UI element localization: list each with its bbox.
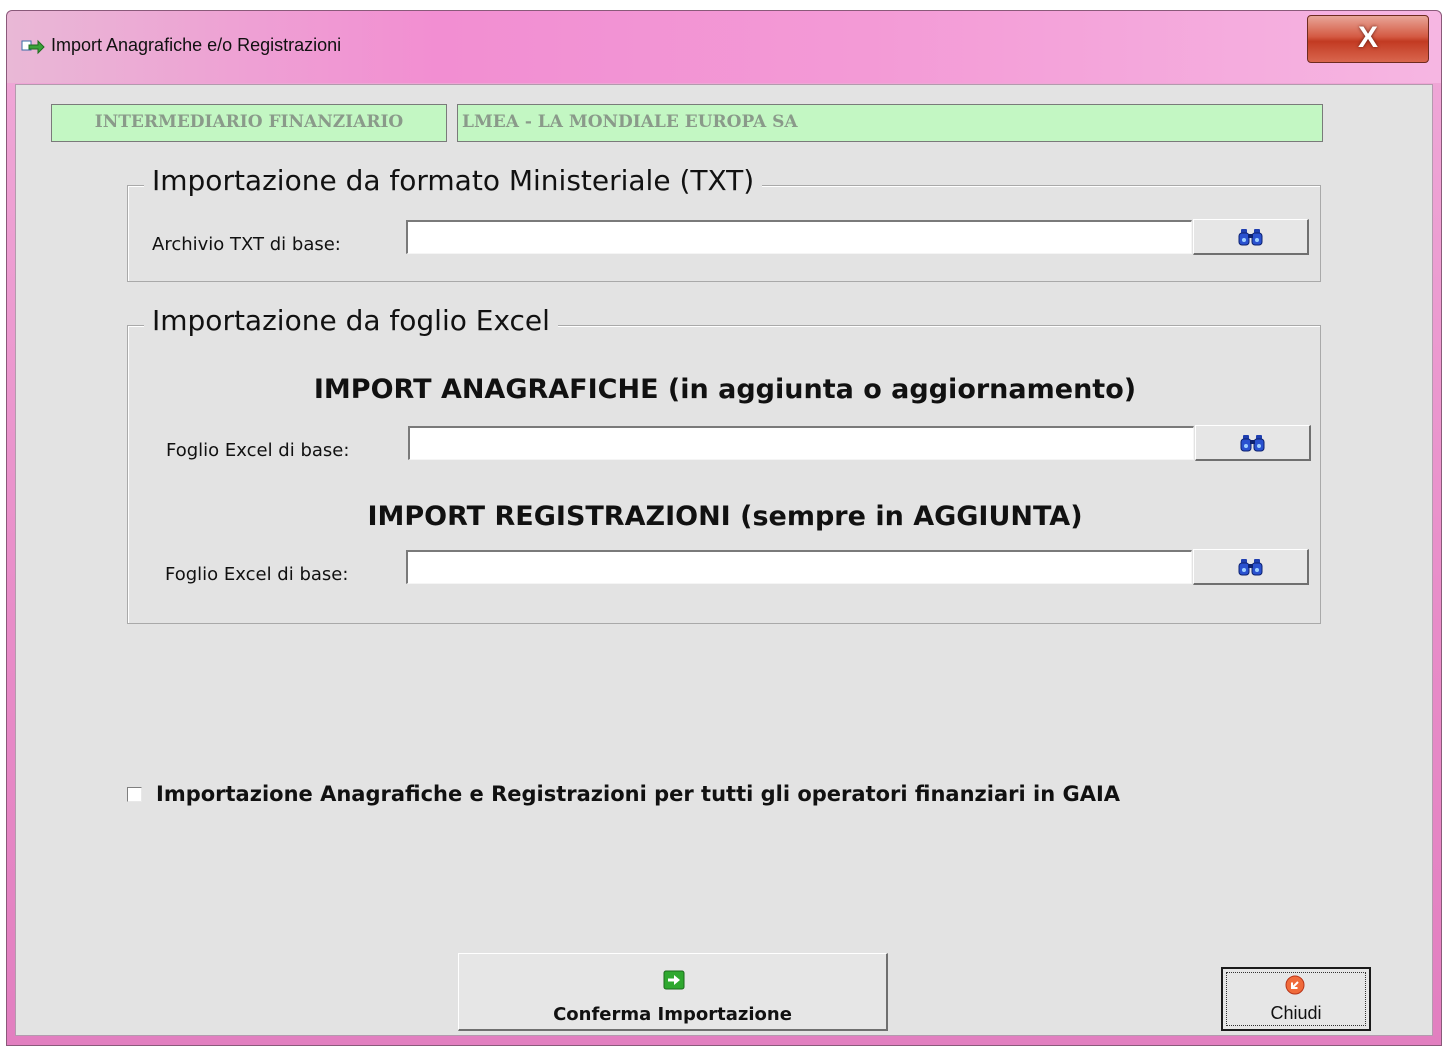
txt-import-legend: Importazione da formato Ministeriale (TX… [144, 164, 763, 197]
intermediary-value: LMEA - LA MONDIALE EUROPA SA [457, 104, 1323, 142]
anagrafiche-heading: IMPORT ANAGRAFICHE (in aggiunta o aggior… [313, 374, 1137, 405]
txt-file-input[interactable] [406, 220, 1192, 254]
dialog-client-area: INTERMEDIARIO FINANZIARIO LMEA - LA MOND… [15, 84, 1433, 1036]
txt-browse-button[interactable] [1193, 219, 1309, 255]
close-dialog-label: Chiudi [1270, 1003, 1322, 1023]
confirm-import-label: Conferma Importazione [553, 1004, 792, 1025]
window-title: Import Anagrafiche e/o Registrazioni [51, 35, 342, 55]
anagrafiche-file-input[interactable] [408, 426, 1194, 460]
registrazioni-file-input[interactable] [406, 550, 1192, 584]
title-bar[interactable]: Import Anagrafiche e/o Registrazioni X [7, 11, 1441, 83]
green-arrow-icon [663, 970, 685, 990]
anagrafiche-file-label: Foglio Excel di base: [166, 440, 350, 461]
all-operators-label[interactable]: Importazione Anagrafiche e Registrazioni… [156, 782, 1120, 806]
registrazioni-heading: IMPORT REGISTRAZIONI (sempre in AGGIUNTA… [367, 501, 1083, 532]
confirm-import-button[interactable]: Conferma Importazione [458, 953, 888, 1031]
binoculars-icon [1238, 558, 1262, 575]
arrow-right-icon [21, 39, 45, 55]
registrazioni-browse-button[interactable] [1193, 549, 1309, 585]
red-exit-icon [1285, 975, 1305, 995]
registrazioni-file-label: Foglio Excel di base: [165, 564, 349, 585]
window-close-button[interactable]: X [1307, 15, 1429, 63]
anagrafiche-browse-button[interactable] [1195, 425, 1311, 461]
binoculars-icon [1238, 228, 1262, 245]
excel-import-group: Importazione da foglio Excel IMPORT ANAG… [127, 304, 1321, 624]
close-dialog-button[interactable]: Chiudi [1221, 967, 1371, 1031]
intermediary-label: INTERMEDIARIO FINANZIARIO [51, 104, 447, 142]
txt-import-group: Importazione da formato Ministeriale (TX… [127, 164, 1321, 282]
binoculars-icon [1240, 434, 1264, 451]
all-operators-checkbox[interactable] [127, 786, 142, 802]
txt-file-label: Archivio TXT di base: [152, 234, 341, 255]
dialog-window: Import Anagrafiche e/o Registrazioni X I… [6, 10, 1442, 1046]
excel-import-legend: Importazione da foglio Excel [144, 304, 558, 337]
all-operators-option[interactable]: Importazione Anagrafiche e Registrazioni… [127, 779, 1120, 809]
